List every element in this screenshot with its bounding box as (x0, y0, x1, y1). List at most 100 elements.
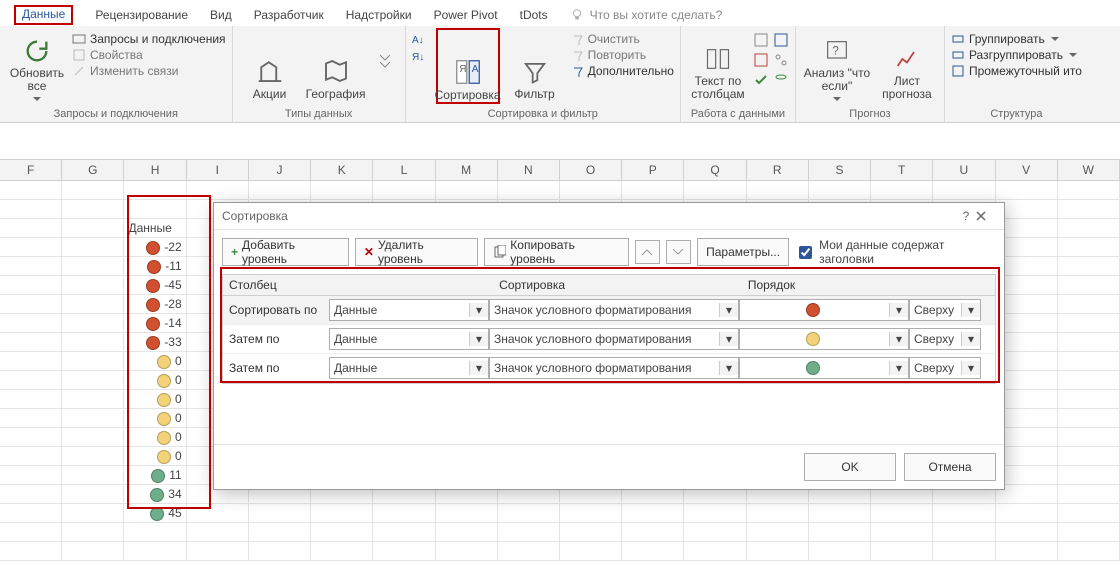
tab-tdots[interactable]: tDots (520, 8, 548, 22)
cell[interactable] (1058, 219, 1120, 238)
cell[interactable]: 34 (124, 485, 186, 504)
tell-me[interactable]: Что вы хотите сделать? (570, 8, 723, 22)
cell[interactable] (187, 542, 249, 561)
cell[interactable]: 0 (124, 428, 186, 447)
cell[interactable] (187, 523, 249, 542)
col-header-I[interactable]: I (187, 160, 249, 180)
cell[interactable] (62, 504, 124, 523)
col-header-G[interactable]: G (62, 160, 124, 180)
sort-desc-button[interactable]: Я↓ (412, 49, 428, 63)
icon-select[interactable]: ▾ (739, 328, 909, 350)
col-header-P[interactable]: P (622, 160, 684, 180)
remove-dup-button[interactable] (753, 52, 769, 68)
cancel-button[interactable]: Отмена (904, 453, 996, 481)
move-up-button[interactable] (635, 240, 660, 264)
cell[interactable] (249, 542, 311, 561)
clear-filter-button[interactable]: Очистить (570, 32, 674, 46)
cell[interactable]: 0 (124, 352, 186, 371)
cell[interactable] (187, 504, 249, 523)
cell[interactable] (809, 523, 871, 542)
cell[interactable] (996, 181, 1058, 200)
cell[interactable] (1058, 428, 1120, 447)
order-select[interactable]: Сверху▾ (909, 299, 981, 321)
cell[interactable] (1058, 314, 1120, 333)
col-header-H[interactable]: H (124, 160, 186, 180)
cell[interactable] (560, 181, 622, 200)
cell[interactable] (684, 181, 746, 200)
cell[interactable] (0, 314, 62, 333)
col-header-R[interactable]: R (747, 160, 809, 180)
cell[interactable] (311, 504, 373, 523)
cell[interactable] (560, 504, 622, 523)
whatif-button[interactable]: ? Анализ "что если" (802, 28, 872, 102)
col-header-T[interactable]: T (871, 160, 933, 180)
cell[interactable] (62, 333, 124, 352)
cell[interactable] (871, 181, 933, 200)
sorton-select[interactable]: Значок условного форматирования▾ (489, 328, 739, 350)
tab-developer[interactable]: Разработчик (254, 8, 324, 22)
cell[interactable] (747, 504, 809, 523)
tab-addins[interactable]: Надстройки (346, 8, 412, 22)
cell[interactable] (249, 523, 311, 542)
consolidate-button[interactable] (773, 32, 789, 48)
cell[interactable] (249, 504, 311, 523)
queries-connections-button[interactable]: Запросы и подключения (72, 32, 226, 46)
subtotal-button[interactable]: Промежуточный ито (951, 64, 1082, 78)
cell[interactable] (996, 542, 1058, 561)
cell[interactable] (373, 542, 435, 561)
cell[interactable] (0, 409, 62, 428)
cell[interactable] (436, 542, 498, 561)
cell[interactable] (747, 542, 809, 561)
tab-review[interactable]: Рецензирование (95, 8, 188, 22)
column-select[interactable]: Данные▾ (329, 357, 489, 379)
cell[interactable] (62, 428, 124, 447)
cell[interactable] (0, 485, 62, 504)
add-level-button[interactable]: +Добавить уровень (222, 238, 349, 266)
cell[interactable] (62, 523, 124, 542)
cell[interactable] (684, 504, 746, 523)
cell[interactable] (684, 523, 746, 542)
forecast-sheet-button[interactable]: Лист прогноза (876, 28, 938, 102)
cell[interactable] (62, 257, 124, 276)
cell[interactable] (0, 200, 62, 219)
text-to-columns-button[interactable]: Текст по столбцам (687, 28, 749, 102)
sort-dialog-button[interactable]: ЯА Сортировка (436, 28, 500, 104)
cell[interactable] (436, 181, 498, 200)
cell[interactable] (62, 409, 124, 428)
cell[interactable] (373, 523, 435, 542)
reapply-filter-button[interactable]: Повторить (570, 48, 674, 62)
sorton-select[interactable]: Значок условного форматирования▾ (489, 299, 739, 321)
dialog-close-button[interactable] (976, 211, 996, 221)
cell[interactable] (0, 371, 62, 390)
properties-button[interactable]: Свойства (72, 48, 226, 62)
cell[interactable] (0, 504, 62, 523)
cell[interactable] (498, 504, 560, 523)
cell[interactable] (311, 542, 373, 561)
cell[interactable]: 0 (124, 390, 186, 409)
cell[interactable] (0, 390, 62, 409)
cell[interactable] (747, 181, 809, 200)
cell[interactable] (0, 238, 62, 257)
data-validation-button[interactable] (753, 72, 769, 88)
cell[interactable] (1058, 257, 1120, 276)
cell[interactable] (373, 181, 435, 200)
cell[interactable] (373, 504, 435, 523)
cell[interactable] (62, 371, 124, 390)
cell[interactable] (62, 276, 124, 295)
cell[interactable] (622, 504, 684, 523)
cell[interactable] (62, 542, 124, 561)
sorton-select[interactable]: Значок условного форматирования▾ (489, 357, 739, 379)
cell[interactable] (0, 523, 62, 542)
col-header-L[interactable]: L (373, 160, 435, 180)
cell[interactable] (311, 523, 373, 542)
cell[interactable] (0, 257, 62, 276)
cell[interactable] (933, 523, 995, 542)
copy-level-button[interactable]: Копировать уровень (484, 238, 629, 266)
ok-button[interactable]: OK (804, 453, 896, 481)
col-header-J[interactable]: J (249, 160, 311, 180)
cell[interactable]: -28 (124, 295, 186, 314)
advanced-filter-button[interactable]: Дополнительно (570, 64, 674, 78)
col-header-Q[interactable]: Q (684, 160, 746, 180)
col-header-F[interactable]: F (0, 160, 62, 180)
column-select[interactable]: Данные▾ (329, 299, 489, 321)
